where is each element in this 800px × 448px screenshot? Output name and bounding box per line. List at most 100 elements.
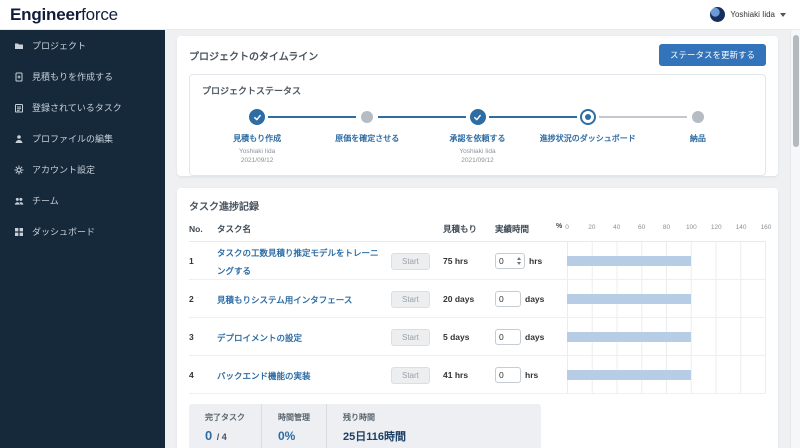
brand-logo-bold: Engineer	[10, 5, 81, 24]
estimate-bar	[567, 332, 691, 342]
col-actual: 実績時間	[495, 223, 561, 235]
chevron-down-icon	[780, 13, 786, 17]
topbar: Engineerforce Yoshiaki Iida	[0, 0, 800, 30]
stat-time-management: 時間管理 0%	[261, 404, 326, 448]
brand-logo: Engineerforce	[10, 5, 118, 25]
estimate-bar	[567, 256, 691, 266]
actual-unit: hrs	[525, 370, 538, 380]
step-current-ring-icon	[580, 109, 596, 125]
step-meta	[312, 147, 422, 165]
start-button[interactable]: Start	[391, 291, 430, 308]
sidebar-item-label: ダッシュボード	[32, 225, 95, 238]
step-request-approval: 承認を依頼する Yoshiaki Iida2021/09/12	[422, 109, 532, 165]
task-link[interactable]: タスクの工数見積り推定モデルをトレーニングする	[217, 248, 379, 276]
step-estimate-created: 見積もり作成 Yoshiaki Iida2021/09/12	[202, 109, 312, 165]
scrollbar-thumb[interactable]	[793, 35, 799, 147]
axis-unit: %	[556, 223, 562, 230]
user-edit-icon	[14, 134, 24, 144]
actual-time-stepper[interactable]	[495, 367, 521, 383]
sidebar-item-label: 見積もりを作成する	[32, 70, 113, 83]
actual-time-input[interactable]	[499, 256, 517, 266]
task-link[interactable]: 見積もりシステム用インタフェース	[217, 295, 352, 305]
actual-time-stepper[interactable]	[495, 291, 521, 307]
spinner-up-icon[interactable]	[517, 257, 521, 260]
start-button[interactable]: Start	[391, 253, 430, 270]
step-label: 見積もり作成	[202, 133, 312, 144]
estimate-bar	[567, 294, 691, 304]
row-chart	[567, 318, 766, 355]
update-status-button[interactable]: ステータスを更新する	[659, 44, 766, 66]
completed-count: 0	[205, 428, 212, 443]
estimate-value: 5 days	[443, 332, 489, 342]
completed-total: / 4	[217, 432, 227, 442]
sidebar-item-label: 登録されているタスク	[32, 101, 122, 114]
sidebar-item-registered-tasks[interactable]: 登録されているタスク	[0, 92, 165, 123]
table-header: No. タスク名 見積もり 実績時間 % 0 20 40 60 80 100 1…	[189, 223, 766, 242]
step-meta: Yoshiaki Iida2021/09/12	[202, 147, 312, 165]
timeline-card-title: プロジェクトのタイムライン	[189, 48, 318, 63]
step-meta	[643, 147, 753, 165]
step-done-check-icon	[470, 109, 486, 125]
task-link[interactable]: バックエンド機能の実装	[217, 371, 311, 381]
step-label: 進捗状況のダッシュボード	[533, 133, 643, 144]
task-card-title: タスク進捗記録	[189, 198, 766, 213]
task-link[interactable]: デプロイメントの設定	[217, 333, 302, 343]
actual-time-stepper[interactable]	[495, 329, 521, 345]
actual-time-input[interactable]	[499, 294, 517, 304]
row-chart	[567, 280, 766, 317]
step-confirm-cost: 原価を確定させる	[312, 109, 422, 165]
project-status-title: プロジェクトステータス	[202, 84, 753, 97]
start-button[interactable]: Start	[391, 367, 430, 384]
col-estimate: 見積もり	[443, 223, 489, 235]
sidebar-item-team[interactable]: チーム	[0, 185, 165, 216]
dashboard-grid-icon	[14, 227, 24, 237]
step-label: 納品	[643, 133, 753, 144]
row-chart	[567, 356, 766, 393]
step-pending-dot-icon	[692, 111, 704, 123]
step-label: 承認を依頼する	[422, 133, 532, 144]
status-stepper: 見積もり作成 Yoshiaki Iida2021/09/12 原価を確定させる …	[202, 109, 753, 165]
project-timeline-card: プロジェクトのタイムライン ステータスを更新する プロジェクトステータス 見積も…	[177, 36, 778, 176]
sidebar-item-create-estimate[interactable]: 見積もりを作成する	[0, 61, 165, 92]
stat-completed-tasks: 完了タスク 0 / 4	[189, 404, 261, 448]
scrollbar-track[interactable]	[790, 30, 800, 448]
sidebar-item-label: プロファイルの編集	[32, 132, 113, 145]
col-no: No.	[189, 224, 211, 234]
spinner-down-icon[interactable]	[517, 262, 521, 265]
number-spinner[interactable]	[517, 257, 521, 265]
user-menu[interactable]: Yoshiaki Iida	[710, 7, 786, 22]
stat-remaining-time: 残り時間 25日116時間	[326, 404, 422, 448]
user-name: Yoshiaki Iida	[730, 10, 775, 19]
task-progress-card: タスク進捗記録 No. タスク名 見積もり 実績時間 % 0 20 40 60 …	[177, 188, 778, 448]
step-pending-dot-icon	[361, 111, 373, 123]
step-progress-dashboard: 進捗状況のダッシュボード	[533, 109, 643, 165]
actual-time-stepper[interactable]	[495, 253, 525, 269]
sidebar-item-account-settings[interactable]: アカウント設定	[0, 154, 165, 185]
start-button[interactable]: Start	[391, 329, 430, 346]
avatar	[710, 7, 725, 22]
table-row: 3 デプロイメントの設定 Start 5 days days	[189, 318, 766, 356]
estimate-value: 41 hrs	[443, 370, 489, 380]
estimate-value: 75 hrs	[443, 256, 489, 266]
sidebar-item-label: プロジェクト	[32, 39, 86, 52]
sidebar-item-edit-profile[interactable]: プロファイルの編集	[0, 123, 165, 154]
main-content: プロジェクトのタイムライン ステータスを更新する プロジェクトステータス 見積も…	[165, 30, 790, 448]
step-delivery: 納品	[643, 109, 753, 165]
table-row: 2 見積もりシステム用インタフェース Start 20 days days	[189, 280, 766, 318]
sidebar-item-dashboard[interactable]: ダッシュボード	[0, 216, 165, 247]
step-meta: Yoshiaki Iida2021/09/12	[422, 147, 532, 165]
actual-time-input[interactable]	[499, 370, 517, 380]
estimate-value: 20 days	[443, 294, 489, 304]
table-row: 1 タスクの工数見積り推定モデルをトレーニングする Start 75 hrs h…	[189, 242, 766, 280]
team-icon	[14, 196, 24, 206]
row-chart	[567, 242, 766, 279]
time-management-value: 0%	[278, 429, 295, 443]
sidebar-item-label: アカウント設定	[32, 163, 95, 176]
row-number: 4	[189, 370, 211, 380]
row-number: 1	[189, 256, 211, 266]
estimate-bar	[567, 370, 691, 380]
sidebar-item-project[interactable]: プロジェクト	[0, 30, 165, 61]
actual-unit: hrs	[529, 256, 542, 266]
clipboard-tasks-icon	[14, 103, 24, 113]
actual-time-input[interactable]	[499, 332, 517, 342]
